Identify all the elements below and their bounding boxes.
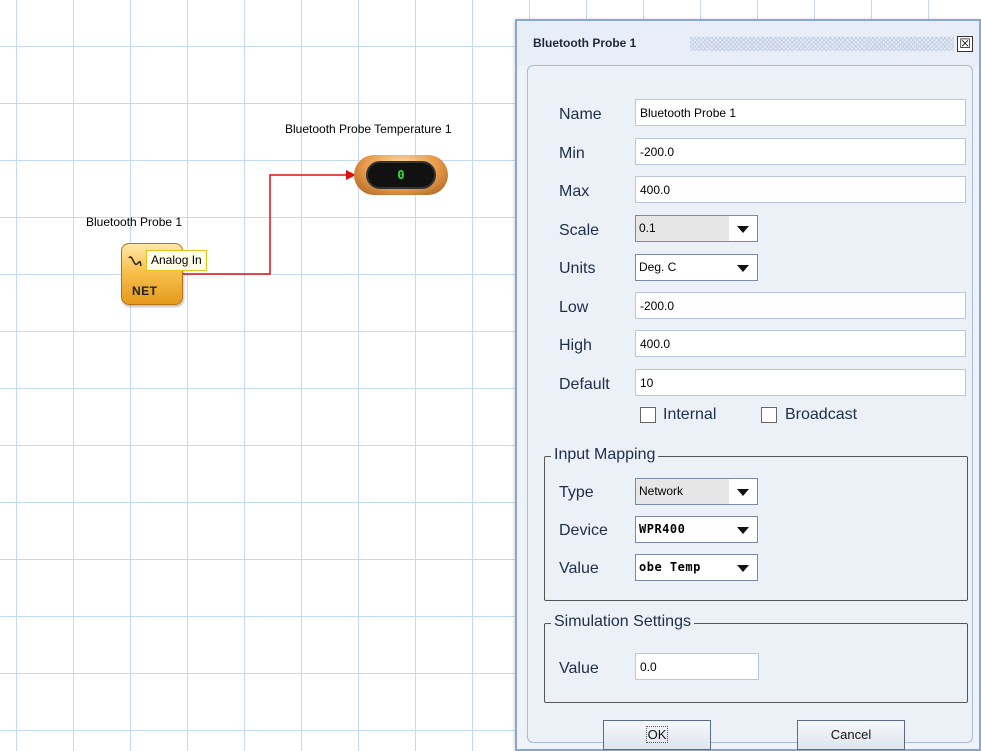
analog-wave-icon bbox=[128, 256, 142, 267]
scale-select-value: 0.1 bbox=[636, 216, 731, 241]
probe-node-label: Bluetooth Probe 1 bbox=[86, 215, 183, 229]
device-select[interactable]: WPR400 bbox=[635, 516, 758, 543]
chevron-down-icon[interactable] bbox=[729, 555, 757, 580]
chevron-down-icon[interactable] bbox=[729, 517, 757, 542]
type-select-value: Network bbox=[636, 479, 731, 504]
probe-properties-dialog: Bluetooth Probe 1 ☒ Name Bluetooth Probe… bbox=[515, 19, 981, 751]
min-label: Min bbox=[559, 145, 585, 162]
display-screen: 0 bbox=[366, 161, 436, 189]
device-label: Device bbox=[559, 522, 608, 539]
dialog-title: Bluetooth Probe 1 bbox=[533, 36, 637, 50]
broadcast-label: Broadcast bbox=[785, 406, 858, 423]
scale-select[interactable]: 0.1 bbox=[635, 215, 758, 242]
display-value: 0 bbox=[397, 168, 405, 182]
high-label: High bbox=[559, 337, 592, 354]
chevron-down-icon[interactable] bbox=[729, 255, 757, 280]
mapping-value-label: Value bbox=[559, 560, 599, 577]
net-text: NET bbox=[132, 284, 158, 298]
units-select[interactable]: Deg. C bbox=[635, 254, 758, 281]
input-mapping-group: Input Mapping Type Network Device WPR400… bbox=[544, 446, 968, 601]
cancel-button-label: Cancel bbox=[830, 727, 872, 742]
analog-in-port-tag[interactable]: Analog In bbox=[146, 250, 207, 271]
titlebar-grip bbox=[690, 37, 954, 51]
simulation-settings-title: Simulation Settings bbox=[551, 613, 694, 631]
ok-button[interactable]: OK bbox=[603, 720, 711, 750]
display-node-label: Bluetooth Probe Temperature 1 bbox=[285, 122, 452, 136]
broadcast-checkbox[interactable] bbox=[761, 407, 777, 423]
simulation-settings-group: Simulation Settings Value 0.0 bbox=[544, 613, 968, 703]
units-label: Units bbox=[559, 260, 596, 277]
device-select-value: WPR400 bbox=[636, 517, 731, 542]
dialog-titlebar[interactable]: Bluetooth Probe 1 ☒ bbox=[517, 21, 979, 66]
close-icon[interactable]: ☒ bbox=[957, 36, 973, 52]
chevron-down-icon[interactable] bbox=[729, 216, 757, 241]
max-label: Max bbox=[559, 183, 590, 200]
type-select[interactable]: Network bbox=[635, 478, 758, 505]
low-field[interactable]: -200.0 bbox=[635, 292, 966, 319]
mapping-value-select[interactable]: obe Temp bbox=[635, 554, 758, 581]
chevron-down-icon[interactable] bbox=[729, 479, 757, 504]
simulation-value-field[interactable]: 0.0 bbox=[635, 653, 759, 680]
internal-checkbox[interactable] bbox=[640, 407, 656, 423]
internal-label: Internal bbox=[663, 406, 717, 423]
default-field[interactable]: 10 bbox=[635, 369, 966, 396]
simulation-value-label: Value bbox=[559, 660, 599, 677]
default-label: Default bbox=[559, 376, 610, 393]
type-label: Type bbox=[559, 484, 594, 501]
input-mapping-title: Input Mapping bbox=[551, 446, 659, 464]
ok-button-label: OK bbox=[645, 726, 669, 743]
min-field[interactable]: -200.0 bbox=[635, 138, 966, 165]
low-label: Low bbox=[559, 299, 589, 316]
name-field[interactable]: Bluetooth Probe 1 bbox=[635, 99, 966, 126]
scale-label: Scale bbox=[559, 222, 600, 239]
units-select-value: Deg. C bbox=[636, 255, 731, 280]
temperature-display-node[interactable]: 0 bbox=[354, 155, 448, 195]
mapping-value-select-value: obe Temp bbox=[636, 555, 731, 580]
max-field[interactable]: 400.0 bbox=[635, 176, 966, 203]
high-field[interactable]: 400.0 bbox=[635, 330, 966, 357]
dialog-panel: Name Bluetooth Probe 1 Min -200.0 Max 40… bbox=[527, 65, 973, 750]
name-label: Name bbox=[559, 106, 602, 123]
cancel-button[interactable]: Cancel bbox=[797, 720, 905, 750]
